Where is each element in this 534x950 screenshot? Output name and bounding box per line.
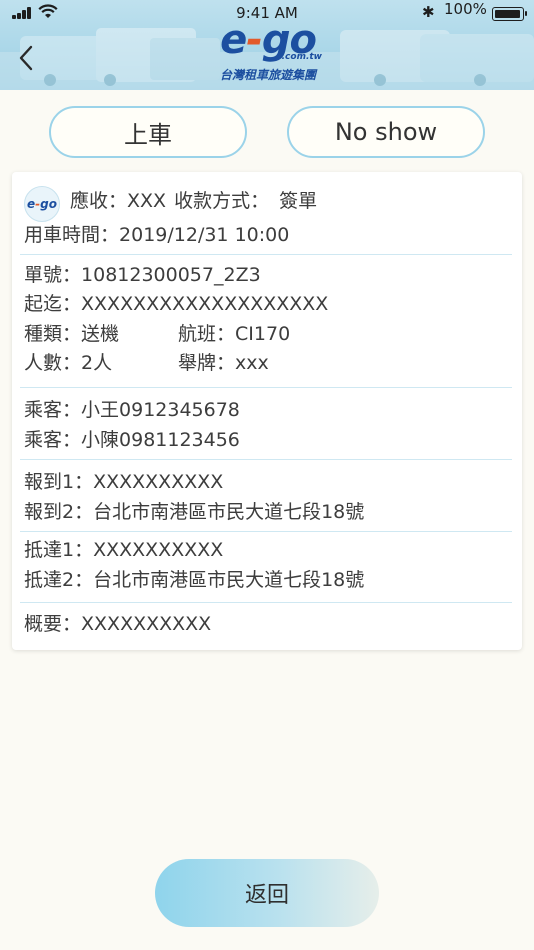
arrival-value: 台北市南港區市民大道七段18號 bbox=[93, 569, 365, 591]
divider bbox=[20, 254, 512, 255]
pickup-time-value: 2019/12/31 10:00 bbox=[119, 224, 290, 246]
type-value: 送機 bbox=[81, 323, 120, 345]
divider bbox=[20, 387, 512, 388]
arrival-label: 抵達1： bbox=[24, 539, 94, 561]
order-number-value: 10812300057_2Z3 bbox=[81, 264, 261, 286]
pickup-time-row: 用車時間：2019/12/31 10:00 bbox=[24, 223, 289, 247]
payment-value: 簽單 bbox=[279, 190, 318, 212]
passenger-row: 乘客：小王0912345678 bbox=[24, 398, 240, 422]
arrival-label: 抵達2： bbox=[24, 569, 94, 591]
return-button[interactable]: 返回 bbox=[155, 859, 379, 927]
badge-letter-e: e bbox=[27, 197, 36, 211]
divider bbox=[20, 531, 512, 532]
board-button[interactable]: 上車 bbox=[49, 106, 247, 158]
people-row: 人數：2人 bbox=[24, 351, 112, 375]
route-row: 起迄：XXXXXXXXXXXXXXXXXXX bbox=[24, 292, 328, 316]
logo-dash: - bbox=[246, 17, 263, 63]
ego-badge-icon: e-go bbox=[24, 186, 60, 222]
type-row: 種類：送機 bbox=[24, 322, 119, 346]
no-show-button[interactable]: No show bbox=[287, 106, 485, 158]
sign-row: 舉牌：xxx bbox=[178, 351, 269, 375]
people-label: 人數： bbox=[24, 352, 82, 374]
logo-subtitle: 台灣租車旅遊集團 bbox=[219, 68, 316, 82]
badge-wordmark: e-go bbox=[27, 197, 57, 211]
summary-value: XXXXXXXXXX bbox=[81, 613, 212, 635]
arrival-row: 抵達1：XXXXXXXXXX bbox=[24, 538, 223, 562]
checkin-label: 報到1： bbox=[24, 471, 94, 493]
pickup-time-label: 用車時間： bbox=[24, 224, 120, 246]
passenger-value: 小王0912345678 bbox=[81, 399, 240, 421]
passenger-row: 乘客：小陳0981123456 bbox=[24, 428, 240, 452]
sign-label: 舉牌： bbox=[178, 352, 236, 374]
order-detail-card: e-go 應收：XXX 收款方式： 簽單 用車時間：2019/12/31 10:00… bbox=[12, 172, 522, 650]
badge-letters-go: go bbox=[40, 197, 57, 211]
type-label: 種類： bbox=[24, 323, 82, 345]
sign-value: xxx bbox=[235, 352, 269, 374]
checkin-row: 報到1：XXXXXXXXXX bbox=[24, 470, 223, 494]
route-label: 起迄： bbox=[24, 293, 82, 315]
checkin-row: 報到2：台北市南港區市民大道七段18號 bbox=[24, 500, 364, 524]
divider bbox=[20, 602, 512, 603]
checkin-value: XXXXXXXXXX bbox=[93, 471, 224, 493]
people-value: 2人 bbox=[81, 352, 113, 374]
ego-logo: e-go .com.tw 台灣租車旅遊集團 bbox=[208, 20, 328, 84]
checkin-label: 報到2： bbox=[24, 501, 94, 523]
flight-value: CI170 bbox=[235, 323, 291, 345]
summary-label: 概要： bbox=[24, 613, 82, 635]
receivable-value: XXX bbox=[127, 190, 167, 212]
route-value: XXXXXXXXXXXXXXXXXXX bbox=[81, 293, 329, 315]
summary-row: 概要：XXXXXXXXXX bbox=[24, 612, 211, 636]
receivable-label: 應收： bbox=[70, 190, 128, 212]
flight-row: 航班：CI170 bbox=[178, 322, 290, 346]
arrival-value: XXXXXXXXXX bbox=[93, 539, 224, 561]
order-number-label: 單號： bbox=[24, 264, 82, 286]
passenger-value: 小陳0981123456 bbox=[81, 429, 240, 451]
battery-percentage: 100% bbox=[444, 0, 487, 18]
battery-level-fill bbox=[495, 10, 520, 18]
passenger-label: 乘客： bbox=[24, 429, 82, 451]
bluetooth-icon: ✱ bbox=[422, 3, 435, 21]
divider bbox=[20, 459, 512, 460]
payment-label: 收款方式： bbox=[174, 190, 270, 212]
arrival-row: 抵達2：台北市南港區市民大道七段18號 bbox=[24, 568, 364, 592]
back-button[interactable] bbox=[12, 40, 40, 76]
battery-icon bbox=[492, 7, 527, 21]
logo-domain: .com.tw bbox=[281, 52, 322, 62]
app-header: 9:41 AM ✱ 100% e-go .com.tw 台灣租車旅遊集團 bbox=[0, 0, 534, 90]
flight-label: 航班： bbox=[178, 323, 236, 345]
receivable-row: 應收：XXX 收款方式： 簽單 bbox=[70, 189, 317, 213]
chevron-left-icon bbox=[19, 45, 33, 71]
passenger-label: 乘客： bbox=[24, 399, 82, 421]
logo-letter-e: e bbox=[220, 17, 247, 63]
checkin-value: 台北市南港區市民大道七段18號 bbox=[93, 501, 365, 523]
order-number-row: 單號：10812300057_2Z3 bbox=[24, 263, 261, 287]
